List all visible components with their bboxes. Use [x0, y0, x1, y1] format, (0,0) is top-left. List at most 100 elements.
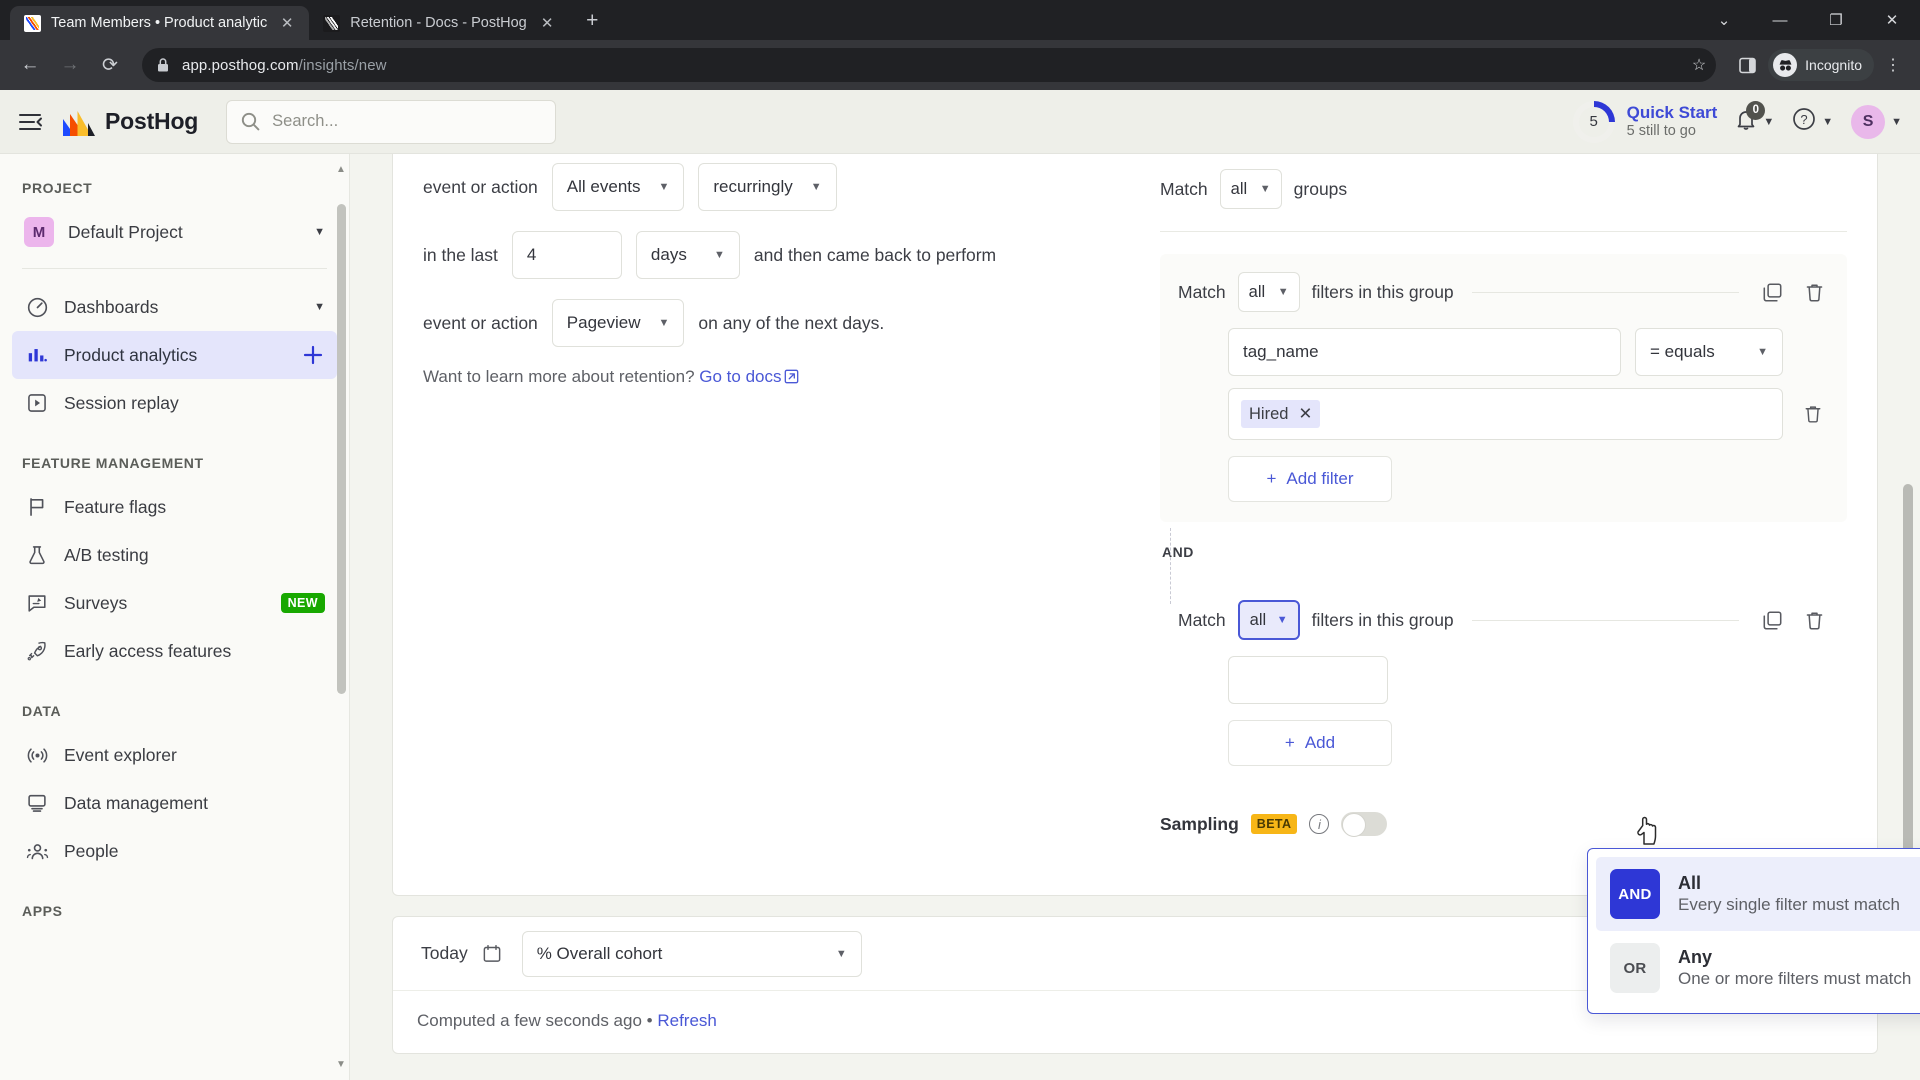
retention-return-event-select[interactable]: Pageview ▼: [551, 299, 685, 347]
sampling-toggle[interactable]: [1341, 812, 1388, 837]
reload-icon[interactable]: ⟳: [92, 47, 128, 83]
go-to-docs-link[interactable]: Go to docs: [699, 367, 781, 386]
retention-start-event-select[interactable]: All events ▼: [551, 163, 685, 211]
search-icon: [242, 112, 260, 131]
filter-operator-select[interactable]: = equals ▼: [1635, 328, 1783, 376]
refresh-link[interactable]: Refresh: [657, 1011, 717, 1030]
notifications-button[interactable]: 0 ▼: [1735, 100, 1774, 136]
retention-period-input[interactable]: 4: [511, 231, 622, 279]
sidebar-scrollbar-thumb[interactable]: [337, 204, 346, 694]
trash-icon[interactable]: [1799, 605, 1829, 635]
retention-start-event-value: All events: [566, 177, 641, 196]
address-bar[interactable]: app.posthog.com/insights/new ☆: [142, 48, 1717, 82]
brand[interactable]: PostHog: [62, 107, 198, 137]
browser-menu-icon[interactable]: ⋮: [1878, 55, 1908, 75]
new-insight-plus-icon[interactable]: [301, 343, 325, 367]
new-tab-button[interactable]: +: [577, 7, 607, 37]
sidebar-item-label: Dashboards: [64, 296, 159, 317]
sidebar-item-data-management[interactable]: Data management: [12, 779, 337, 827]
group2-match-value: all: [1249, 610, 1267, 629]
match-option-any-desc: One or more filters must match: [1678, 969, 1912, 989]
chevron-down-icon[interactable]: ▼: [314, 301, 325, 313]
retention-row-start: event or action All events ▼ recurringly…: [423, 163, 1108, 211]
forward-icon[interactable]: →: [52, 47, 88, 83]
monitor-icon: [24, 792, 50, 814]
group1-match-value: all: [1248, 282, 1266, 301]
browser-tab-strip: Team Members • Product analytic ✕ Retent…: [0, 0, 1920, 40]
add-filter-button[interactable]: + Add filter: [1228, 456, 1392, 502]
plus-icon: +: [1266, 469, 1277, 488]
property-filters-panel: Match all ▼ groups Match all ▼ filters i…: [1138, 154, 1877, 895]
retention-period-unit-select[interactable]: days ▼: [635, 231, 740, 279]
sidebar-item-event-explorer[interactable]: Event explorer: [12, 731, 337, 779]
info-icon[interactable]: i: [1309, 814, 1330, 834]
back-icon[interactable]: ←: [12, 47, 48, 83]
minimize-icon[interactable]: —: [1752, 0, 1808, 40]
quick-start-text: Quick Start 5 still to go: [1627, 103, 1718, 141]
group1-match-select[interactable]: all ▼: [1237, 272, 1300, 312]
sampling-row: Sampling BETA i: [1160, 812, 1847, 837]
match-option-all-title: All: [1678, 872, 1702, 893]
sidebar-item-dashboards[interactable]: Dashboards ▼: [12, 283, 337, 331]
close-icon[interactable]: ✕: [537, 14, 557, 32]
sidebar-item-feature-flags[interactable]: Feature flags: [12, 483, 337, 531]
match-option-any[interactable]: OR Any One or more filters must match: [1596, 931, 1920, 1005]
incognito-icon: [1773, 53, 1798, 77]
scroll-up-icon[interactable]: ▲: [336, 164, 346, 175]
sidebar-item-surveys[interactable]: Surveys NEW: [12, 579, 337, 627]
maximize-icon[interactable]: ❐: [1808, 0, 1864, 40]
chevron-down-icon: ▼: [658, 181, 670, 193]
add-filter-button[interactable]: + Add: [1228, 720, 1392, 766]
sidebar-scrollbar[interactable]: ▲ ▼: [335, 164, 347, 1070]
scroll-down-icon[interactable]: ▼: [336, 1059, 346, 1070]
or-badge-icon: OR: [1610, 943, 1660, 993]
retention-recurrence-select[interactable]: recurringly ▼: [698, 163, 837, 211]
retention-row2-label: in the last: [423, 244, 498, 265]
date-range-button[interactable]: Today: [417, 943, 506, 964]
duplicate-icon[interactable]: [1757, 277, 1787, 307]
trash-icon[interactable]: [1799, 277, 1829, 307]
sidebar-item-default-project[interactable]: M Default Project ▼: [12, 208, 337, 256]
filter-property-key-input[interactable]: tag_name: [1228, 328, 1621, 376]
match-option-all-desc: Every single filter must match: [1678, 895, 1901, 915]
group1-match-prefix: Match: [1178, 281, 1226, 302]
sidebar-item-session-replay[interactable]: Session replay: [12, 379, 337, 427]
chevron-down-icon[interactable]: ▼: [314, 226, 325, 238]
main-scrollbar-thumb[interactable]: [1903, 484, 1913, 864]
computed-status-text: Computed a few seconds ago: [417, 1011, 642, 1030]
match-option-any-title: Any: [1678, 946, 1713, 967]
global-match-select[interactable]: all ▼: [1219, 169, 1282, 209]
people-icon: [24, 840, 50, 863]
incognito-indicator[interactable]: Incognito: [1768, 49, 1874, 81]
gauge-icon: [24, 296, 50, 319]
remove-value-icon[interactable]: ✕: [1298, 404, 1312, 424]
app-header-right: 5 Quick Start 5 still to go 0 ▼ ? ▼ S ▼: [1572, 100, 1902, 143]
filter-property-key-input[interactable]: [1228, 656, 1388, 704]
match-option-all[interactable]: AND All Every single filter must match: [1596, 857, 1920, 931]
sidebar-item-product-analytics[interactable]: Product analytics: [12, 331, 337, 379]
filter-row-trash-icon[interactable]: [1797, 404, 1829, 424]
cohort-select[interactable]: % Overall cohort ▼: [521, 930, 862, 977]
filter-value-input[interactable]: Hired ✕: [1228, 388, 1783, 440]
lock-icon: [158, 58, 168, 72]
help-button[interactable]: ? ▼: [1792, 107, 1833, 136]
sidebar-item-early-access-features[interactable]: Early access features: [12, 627, 337, 675]
duplicate-icon[interactable]: [1757, 605, 1787, 635]
sidebar-item-people[interactable]: People: [12, 827, 337, 875]
side-panel-icon[interactable]: [1730, 57, 1764, 74]
retention-row2-suffix: and then came back to perform: [753, 244, 997, 265]
retention-config: event or action All events ▼ recurringly…: [393, 154, 1138, 895]
quick-start-button[interactable]: 5 Quick Start 5 still to go: [1572, 100, 1718, 143]
bookmark-star-icon[interactable]: ☆: [1692, 55, 1706, 75]
collapse-sidebar-icon[interactable]: [14, 105, 48, 139]
sidebar-item-ab-testing[interactable]: A/B testing: [12, 531, 337, 579]
browser-tab-inactive[interactable]: Retention - Docs - PostHog ✕: [309, 6, 569, 40]
account-menu-button[interactable]: S ▼: [1851, 104, 1902, 139]
tab-search-icon[interactable]: ⌄: [1696, 0, 1752, 40]
match-option-all-text: All Every single filter must match: [1678, 872, 1900, 917]
close-window-icon[interactable]: ✕: [1864, 0, 1920, 40]
browser-tab-active[interactable]: Team Members • Product analytic ✕: [10, 6, 310, 40]
search-input[interactable]: Search...: [226, 99, 557, 144]
close-icon[interactable]: ✕: [277, 14, 297, 32]
group2-match-select[interactable]: all ▼: [1237, 600, 1300, 640]
